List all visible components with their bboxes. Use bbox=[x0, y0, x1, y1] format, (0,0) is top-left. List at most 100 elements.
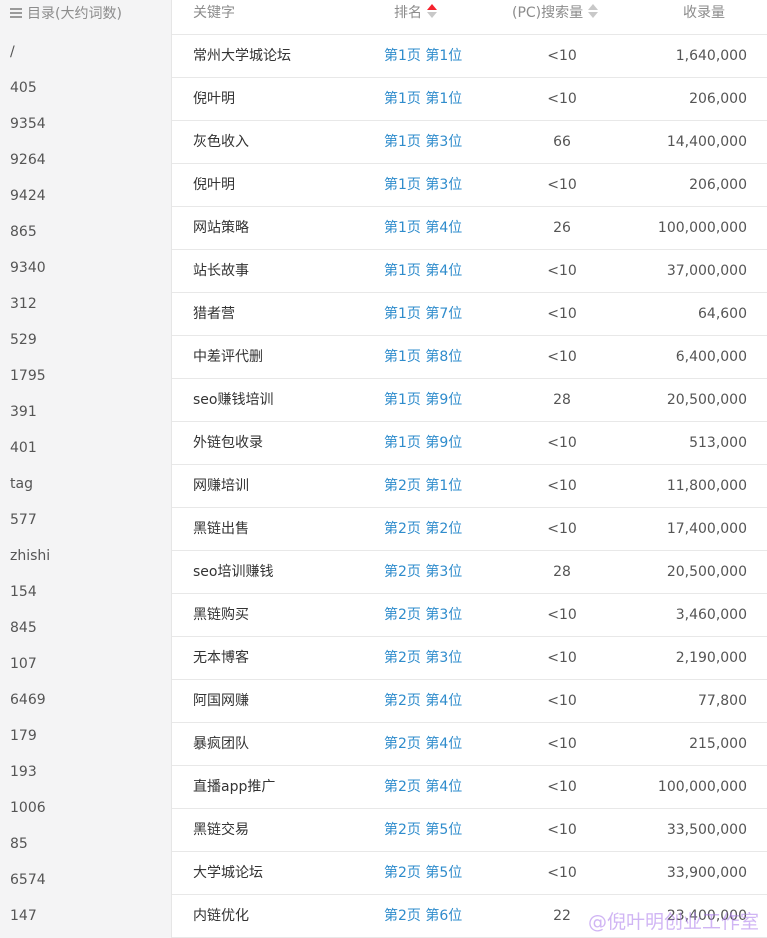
rank-link[interactable]: 第2页 第4位 bbox=[384, 766, 462, 808]
table-row: 内链优化 第2页 第6位 22 23,400,000 bbox=[172, 895, 767, 938]
rank-link[interactable]: 第2页 第3位 bbox=[384, 594, 462, 636]
search-volume-cell: <10 bbox=[547, 478, 577, 494]
column-header-indexed-count: 收录量 bbox=[683, 0, 725, 26]
sidebar-item[interactable]: 865 bbox=[0, 214, 171, 250]
keyword-cell: seo培训赚钱 bbox=[193, 564, 274, 580]
rank-link[interactable]: 第1页 第9位 bbox=[384, 379, 462, 421]
rank-link[interactable]: 第1页 第3位 bbox=[384, 121, 462, 163]
rank-link[interactable]: 第1页 第8位 bbox=[384, 336, 462, 378]
search-volume-cell: <10 bbox=[547, 607, 577, 623]
sidebar-item[interactable]: 9340 bbox=[0, 250, 171, 286]
rank-link[interactable]: 第1页 第9位 bbox=[384, 422, 462, 464]
sidebar-item[interactable]: 401 bbox=[0, 430, 171, 466]
table-row: 大学城论坛 第2页 第5位 <10 33,900,000 bbox=[172, 852, 767, 895]
indexed-count-cell: 64,600 bbox=[698, 306, 747, 322]
table-body: 常州大学城论坛 第1页 第1位 <10 1,640,000 倪叶明 第1页 第1位 <10 2… bbox=[172, 35, 767, 938]
sidebar-item[interactable]: 529 bbox=[0, 322, 171, 358]
sidebar-item[interactable]: 107 bbox=[0, 646, 171, 682]
sidebar-item[interactable]: 147 bbox=[0, 898, 171, 934]
indexed-count-cell: 33,900,000 bbox=[666, 865, 747, 881]
sidebar-item[interactable]: 405 bbox=[0, 70, 171, 106]
column-header-keyword: 关键字 bbox=[193, 0, 235, 26]
rank-link[interactable]: 第2页 第5位 bbox=[384, 809, 462, 851]
sidebar-item[interactable]: 845 bbox=[0, 610, 171, 646]
indexed-count-cell: 206,000 bbox=[689, 177, 747, 193]
directory-sidebar: 目录(大约词数) /405 9354 9264 9424 865 9340 312 529 17… bbox=[0, 0, 172, 938]
indexed-count-cell: 513,000 bbox=[689, 435, 747, 451]
table-row: 网站策略 第1页 第4位 26 100,000,000 bbox=[172, 207, 767, 250]
sidebar-item[interactable]: 6469 bbox=[0, 682, 171, 718]
table-row: 直播app推广 第2页 第4位 <10 100,000,000 bbox=[172, 766, 767, 809]
keyword-cell: 网站策略 bbox=[193, 220, 249, 236]
sidebar-item[interactable]: 179 bbox=[0, 718, 171, 754]
keyword-cell: 黑链交易 bbox=[193, 822, 249, 838]
sidebar-item[interactable]: 9354 bbox=[0, 106, 171, 142]
column-header-search-volume-label: (PC)搜索量 bbox=[512, 5, 584, 21]
search-volume-cell: 22 bbox=[553, 908, 571, 924]
sidebar-item[interactable]: 577 bbox=[0, 502, 171, 538]
indexed-count-cell: 20,500,000 bbox=[666, 392, 747, 408]
column-header-rank[interactable]: 排名 bbox=[394, 0, 437, 26]
keyword-cell: 猎者营 bbox=[193, 306, 235, 322]
search-volume-cell: <10 bbox=[547, 693, 577, 709]
table-row: seo赚钱培训 第1页 第9位 28 20,500,000 bbox=[172, 379, 767, 422]
table-row: 暴疯团队 第2页 第4位 <10 215,000 bbox=[172, 723, 767, 766]
keyword-cell: 站长故事 bbox=[193, 263, 249, 279]
sidebar-item[interactable]: 1795 bbox=[0, 358, 171, 394]
rank-link[interactable]: 第1页 第1位 bbox=[384, 78, 462, 120]
search-volume-cell: 28 bbox=[553, 392, 571, 408]
keyword-cell: 常州大学城论坛 bbox=[193, 48, 291, 64]
rank-link[interactable]: 第1页 第4位 bbox=[384, 207, 462, 249]
rank-link[interactable]: 第1页 第4位 bbox=[384, 250, 462, 292]
rank-link[interactable]: 第2页 第5位 bbox=[384, 852, 462, 894]
table-header: 关键字 排名 (PC)搜索量 收录量 bbox=[172, 0, 767, 35]
rank-link[interactable]: 第2页 第3位 bbox=[384, 637, 462, 679]
rank-link[interactable]: 第2页 第4位 bbox=[384, 723, 462, 765]
table-row: 黑链购买 第2页 第3位 <10 3,460,000 bbox=[172, 594, 767, 637]
rank-link[interactable]: 第2页 第6位 bbox=[384, 895, 462, 937]
sort-up-icon[interactable] bbox=[588, 4, 599, 10]
rank-link[interactable]: 第2页 第4位 bbox=[384, 680, 462, 722]
sort-up-icon[interactable] bbox=[427, 4, 437, 10]
indexed-count-cell: 14,400,000 bbox=[666, 134, 747, 150]
rank-link[interactable]: 第1页 第3位 bbox=[384, 164, 462, 206]
search-volume-cell: <10 bbox=[547, 263, 577, 279]
sort-caret-icon[interactable] bbox=[427, 3, 437, 19]
sidebar-item[interactable]: 391 bbox=[0, 394, 171, 430]
table-row: 无本博客 第2页 第3位 <10 2,190,000 bbox=[172, 637, 767, 680]
sort-down-icon[interactable] bbox=[427, 12, 437, 18]
rank-link[interactable]: 第1页 第1位 bbox=[384, 35, 462, 77]
sidebar-item[interactable]: tag bbox=[0, 466, 171, 502]
sidebar-item[interactable]: zhishi bbox=[0, 538, 171, 574]
keyword-cell: 阿国网赚 bbox=[193, 693, 249, 709]
table-row: 倪叶明 第1页 第1位 <10 206,000 bbox=[172, 78, 767, 121]
rank-link[interactable]: 第1页 第7位 bbox=[384, 293, 462, 335]
keyword-cell: 黑链购买 bbox=[193, 607, 249, 623]
rank-link[interactable]: 第2页 第1位 bbox=[384, 465, 462, 507]
sidebar-item[interactable]: 6574 bbox=[0, 862, 171, 898]
sidebar-item[interactable]: 312 bbox=[0, 286, 171, 322]
search-volume-cell: <10 bbox=[547, 521, 577, 537]
sidebar-item[interactable]: 85 bbox=[0, 826, 171, 862]
sidebar-item[interactable]: 193 bbox=[0, 754, 171, 790]
sort-caret-icon[interactable] bbox=[588, 3, 599, 19]
keyword-cell: 大学城论坛 bbox=[193, 865, 263, 881]
keyword-cell: 倪叶明 bbox=[193, 91, 235, 107]
sidebar-item[interactable]: 154 bbox=[0, 574, 171, 610]
sidebar-item[interactable]: / bbox=[0, 34, 171, 70]
keyword-cell: 中差评代删 bbox=[193, 349, 263, 365]
indexed-count-cell: 100,000,000 bbox=[657, 220, 747, 236]
column-header-search-volume[interactable]: (PC)搜索量 bbox=[512, 0, 599, 26]
search-volume-cell: <10 bbox=[547, 865, 577, 881]
table-row: 阿国网赚 第2页 第4位 <10 77,800 bbox=[172, 680, 767, 723]
sidebar-item[interactable]: 1006 bbox=[0, 790, 171, 826]
search-volume-cell: <10 bbox=[547, 435, 577, 451]
rank-link[interactable]: 第2页 第2位 bbox=[384, 508, 462, 550]
search-volume-cell: 26 bbox=[553, 220, 571, 236]
rank-link[interactable]: 第2页 第3位 bbox=[384, 551, 462, 593]
sidebar-item[interactable]: 9264 bbox=[0, 142, 171, 178]
sidebar-item[interactable]: 9424 bbox=[0, 178, 171, 214]
keyword-table: 关键字 排名 (PC)搜索量 收录量 常州大学城论坛 第1页 第1位 <10 1,64… bbox=[172, 0, 767, 938]
sidebar-list: /405 9354 9264 9424 865 9340 312 529 1795 391 401 t… bbox=[0, 34, 171, 934]
sort-down-icon[interactable] bbox=[588, 12, 599, 18]
